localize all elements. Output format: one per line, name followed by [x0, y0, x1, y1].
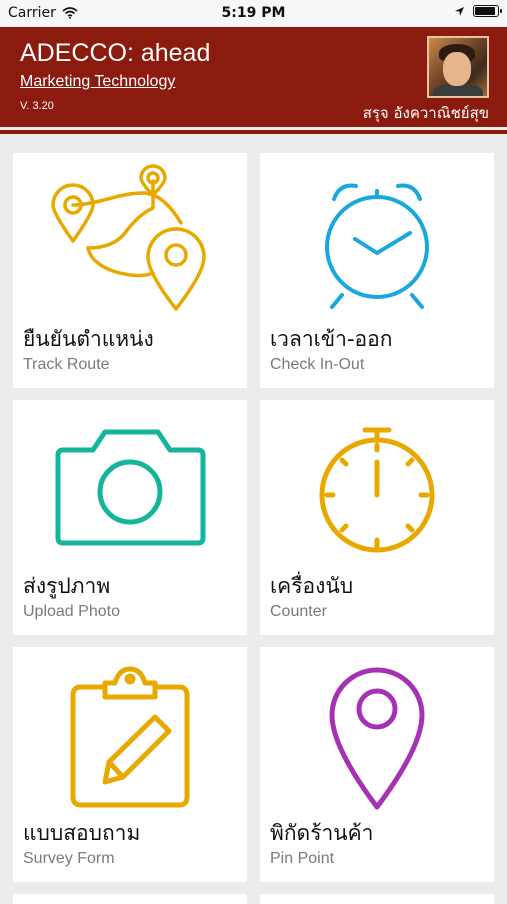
menu-tile-survey-form[interactable]: แบบสอบถาม Survey Form: [13, 647, 247, 882]
tile-english-label: Survey Form: [23, 850, 115, 867]
clipboard-pencil-icon: [70, 666, 190, 808]
tile-english-label: Track Route: [23, 356, 110, 373]
app-version: V. 3.20: [20, 100, 54, 112]
map-pin-icon: [329, 667, 425, 810]
tile-thai-label: ส่งรูปภาพ: [23, 574, 111, 598]
app-header: ADECCO: ahead Marketing Technology V. 3.…: [0, 27, 507, 127]
tile-english-label: Pin Point: [270, 850, 335, 867]
battery-level: [475, 7, 495, 15]
tile-thai-label: พิกัดร้านค้า: [270, 821, 374, 845]
tile-english-label: Check In-Out: [270, 356, 365, 373]
location-arrow-icon: [455, 6, 464, 16]
menu-tile-track-route[interactable]: ยืนยันตำแหน่ง Track Route: [13, 153, 247, 388]
tile-thai-label: เวลาเข้า-ออก: [270, 327, 393, 351]
status-bar: Carrier 5:19 PM: [0, 0, 507, 27]
app-subtitle-link[interactable]: Marketing Technology: [20, 73, 175, 91]
menu-grid: ยืนยันตำแหน่ง Track Route เวลาเข้า-ออก C…: [0, 134, 507, 904]
alarm-clock-icon: [325, 183, 429, 309]
route-pins-icon: [51, 164, 206, 311]
tile-english-label: Counter: [270, 603, 327, 620]
menu-tile-check-in-out[interactable]: เวลาเข้า-ออก Check In-Out: [260, 153, 494, 388]
app-title: ADECCO: ahead: [20, 39, 211, 67]
battery-icon: [473, 5, 502, 17]
tile-thai-label: เครื่องนับ: [270, 574, 354, 598]
menu-tile-partial[interactable]: [260, 894, 494, 904]
status-time: 5:19 PM: [221, 5, 286, 21]
camera-icon: [55, 429, 206, 546]
tile-thai-label: ยืนยันตำแหน่ง: [23, 327, 154, 351]
tile-english-label: Upload Photo: [23, 603, 120, 620]
user-name: สรุจ อังควาณิชย์สุข: [362, 104, 489, 122]
menu-tile-pin-point[interactable]: พิกัดร้านค้า Pin Point: [260, 647, 494, 882]
menu-tile-partial[interactable]: [13, 894, 247, 904]
avatar[interactable]: [427, 36, 489, 98]
stopwatch-icon: [319, 427, 435, 553]
menu-tile-upload-photo[interactable]: ส่งรูปภาพ Upload Photo: [13, 400, 247, 635]
menu-tile-counter[interactable]: เครื่องนับ Counter: [260, 400, 494, 635]
tile-thai-label: แบบสอบถาม: [23, 821, 141, 845]
